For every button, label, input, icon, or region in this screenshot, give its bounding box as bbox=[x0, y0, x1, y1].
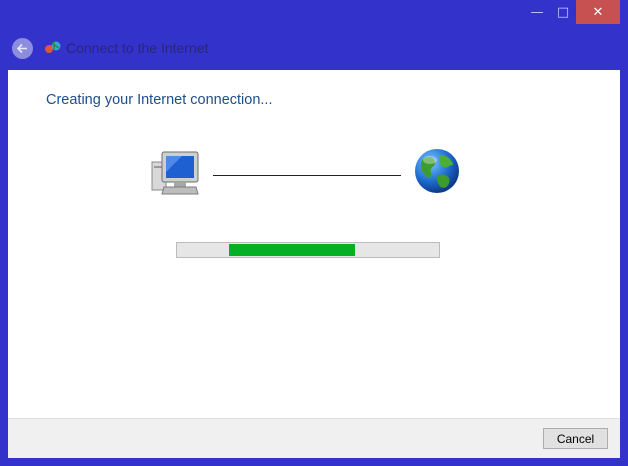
footer-bar: Cancel bbox=[8, 418, 620, 458]
window-title: Connect to the Internet bbox=[66, 40, 209, 56]
back-arrow-icon bbox=[16, 43, 27, 54]
globe-icon bbox=[415, 149, 459, 193]
close-button[interactable]: ✕ bbox=[576, 0, 620, 24]
connect-to-internet-window: — □ ✕ Connect to the Internet Creating y… bbox=[0, 0, 628, 466]
minimize-button[interactable]: — bbox=[524, 0, 550, 24]
page-heading: Creating your Internet connection... bbox=[46, 92, 273, 108]
content-panel: Creating your Internet connection... bbox=[8, 70, 620, 418]
back-button[interactable] bbox=[12, 38, 33, 59]
cancel-button[interactable]: Cancel bbox=[543, 428, 608, 449]
progress-fill bbox=[229, 244, 355, 256]
computer-icon bbox=[151, 151, 199, 195]
network-icon bbox=[45, 41, 61, 53]
maximize-button[interactable]: □ bbox=[550, 0, 576, 24]
connection-line bbox=[213, 175, 401, 176]
progress-bar bbox=[176, 242, 440, 258]
